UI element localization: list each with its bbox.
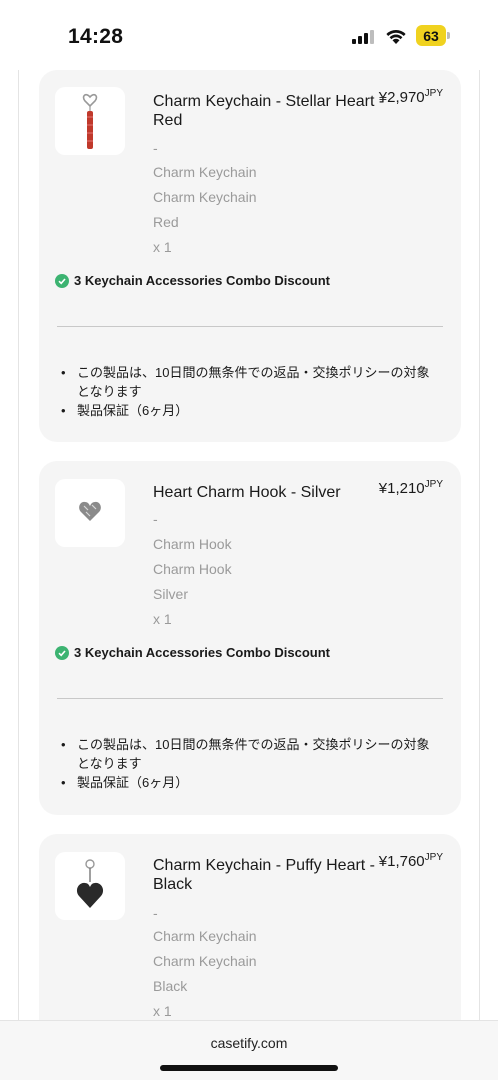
divider [57,326,443,327]
discount-badge: 3 Keychain Accessories Combo Discount [55,273,330,288]
price-amount: ¥1,760 [378,853,425,870]
policy-return: この製品は、10日間の無条件での返品・交換ポリシーの対象となります [61,735,441,773]
price-currency: JPY [424,479,443,490]
cart-item-card: Charm Keychain - Stellar Heart - Red ¥2,… [39,70,461,442]
price-amount: ¥1,210 [378,480,425,497]
product-subtype: Charm Keychain [153,189,257,205]
heart-charm-silver-image [79,501,101,521]
cellular-signal-icon [352,30,374,44]
policy-return: この製品は、10日間の無条件での返品・交換ポリシーの対象となります [61,363,441,401]
product-dash: - [153,905,158,921]
product-color: Red [153,214,179,230]
product-price: ¥2,970JPY [379,88,443,106]
check-circle-icon [55,273,69,288]
product-quantity: x 1 [153,239,172,255]
product-dash: - [153,140,158,156]
battery-icon: 63 [416,25,450,46]
product-color: Silver [153,586,189,602]
product-type: Charm Hook [153,536,232,552]
page-content[interactable]: Charm Keychain - Stellar Heart - Red ¥2,… [18,70,480,1020]
price-currency: JPY [424,852,443,863]
product-thumbnail[interactable] [55,852,125,920]
product-subtype: Charm Keychain [153,953,257,969]
policy-warranty: 製品保証（6ヶ月） [61,401,441,420]
home-indicator[interactable] [160,1065,338,1071]
browser-address-bar[interactable]: casetify.com [0,1020,498,1080]
policy-list: この製品は、10日間の無条件での返品・交換ポリシーの対象となります 製品保証（6… [61,363,441,420]
product-thumbnail[interactable] [55,87,125,155]
price-currency: JPY [424,88,443,99]
check-circle-icon [55,645,69,660]
status-time: 14:28 [68,25,124,48]
keychain-red-image [82,93,98,149]
product-dash: - [153,511,158,527]
product-type: Charm Keychain [153,928,257,944]
puffy-heart-black-image [76,859,104,908]
product-title[interactable]: Charm Keychain - Puffy Heart - Black [153,856,389,894]
discount-label: 3 Keychain Accessories Combo Discount [74,273,330,288]
discount-label: 3 Keychain Accessories Combo Discount [74,645,330,660]
url-label[interactable]: casetify.com [0,1035,498,1051]
discount-badge: 3 Keychain Accessories Combo Discount [55,645,330,660]
cart-item-card: Heart Charm Hook - Silver ¥1,210JPY - Ch… [39,461,461,815]
product-quantity: x 1 [153,1003,172,1019]
battery-level: 63 [416,25,446,46]
divider [57,698,443,699]
cart-item-card: Charm Keychain - Puffy Heart - Black ¥1,… [39,834,461,1020]
product-title[interactable]: Heart Charm Hook - Silver [153,483,389,502]
policy-list: この製品は、10日間の無条件での返品・交換ポリシーの対象となります 製品保証（6… [61,735,441,792]
product-price: ¥1,210JPY [379,479,443,497]
product-type: Charm Keychain [153,164,257,180]
policy-warranty: 製品保証（6ヶ月） [61,773,441,792]
price-amount: ¥2,970 [378,89,425,106]
product-quantity: x 1 [153,611,172,627]
product-subtype: Charm Hook [153,561,232,577]
product-color: Black [153,978,188,994]
wifi-icon [386,29,406,44]
product-thumbnail[interactable] [55,479,125,547]
product-title[interactable]: Charm Keychain - Stellar Heart - Red [153,92,389,130]
status-bar: 14:28 63 [0,0,498,70]
product-price: ¥1,760JPY [379,852,443,870]
